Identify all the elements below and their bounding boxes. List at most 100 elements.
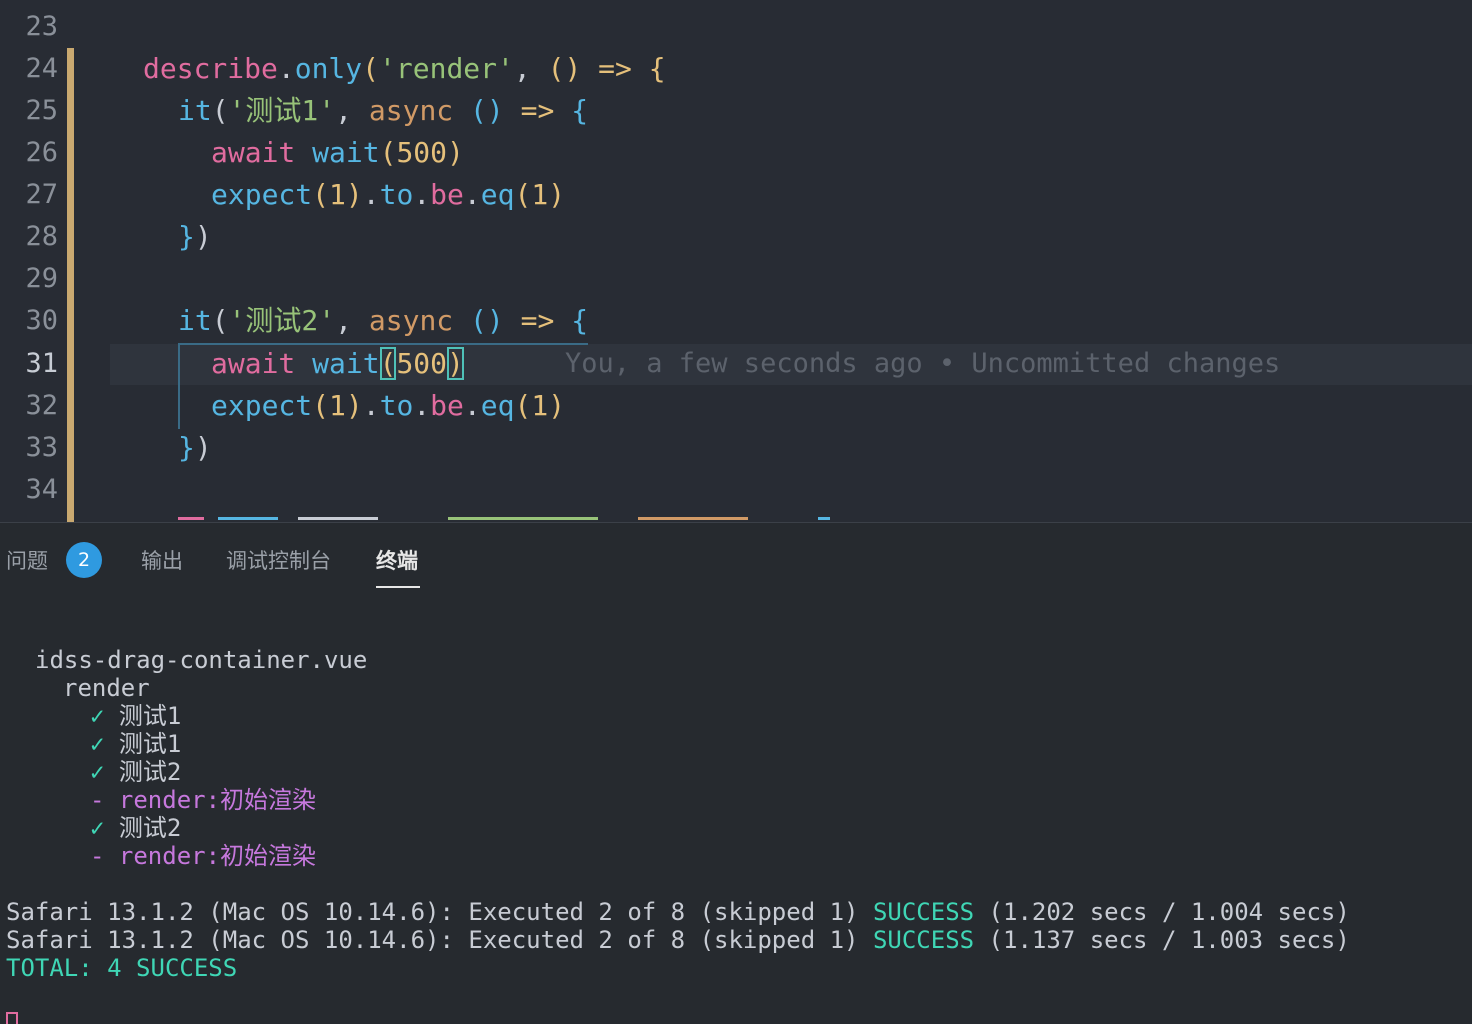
test-result-row: ✓ 测试1: [90, 702, 181, 730]
code-token: (: [211, 94, 229, 127]
code-token: async: [368, 304, 454, 337]
code-line-26[interactable]: await wait(500): [211, 132, 464, 174]
code-token: ): [345, 178, 363, 211]
summary-status: SUCCESS: [872, 926, 975, 954]
line-number: 29: [25, 263, 58, 294]
code-token: 1: [531, 178, 549, 211]
code-token: '测试1': [228, 94, 336, 127]
code-token: (: [362, 52, 380, 85]
test-name: 测试1: [118, 730, 182, 758]
code-token: .: [362, 389, 380, 422]
check-icon: ✓: [90, 702, 105, 730]
code-token: expect: [211, 178, 313, 211]
code-token: }: [178, 431, 195, 464]
code-token: (: [379, 136, 397, 169]
code-token: ,: [513, 52, 548, 85]
test-result-row: ✓ 测试2: [90, 758, 181, 786]
code-line-32[interactable]: expect(1).to.be.eq(1): [211, 385, 565, 427]
code-token: (): [453, 304, 504, 337]
code-token: (): [547, 52, 582, 85]
code-editor[interactable]: 23 24 25 26 27 28 29 30 31 32 33 34 desc…: [0, 0, 1472, 522]
code-token: to: [379, 389, 414, 422]
code-line-33[interactable]: }): [178, 427, 212, 469]
line-number: 25: [25, 95, 58, 126]
code-token: (: [211, 304, 229, 337]
active-tab-indicator: [376, 586, 420, 588]
code-line-31[interactable]: await wait(500): [211, 343, 464, 385]
code-token: expect: [211, 389, 313, 422]
code-token: await: [211, 347, 296, 380]
code-line-25[interactable]: it('测试1', async () => {: [178, 90, 588, 132]
code-token: {: [571, 94, 589, 127]
summary-prefix: Safari 13.1.2 (Mac OS 10.14.6): Executed…: [6, 898, 873, 926]
code-line-cut-off: [178, 511, 838, 522]
line-number: 27: [25, 179, 58, 210]
code-token: wait: [312, 347, 380, 380]
code-token: (): [453, 94, 504, 127]
code-token: describe: [143, 52, 278, 85]
summary-suffix: (1.137 secs / 1.003 secs): [974, 926, 1350, 954]
code-token: 500: [396, 136, 448, 169]
code-token: ): [548, 389, 566, 422]
check-icon: ✓: [90, 814, 105, 842]
code-token: {: [571, 304, 589, 337]
summary-suffix: (1.202 secs / 1.004 secs): [974, 898, 1350, 926]
code-token: .: [463, 178, 481, 211]
test-name: 测试2: [118, 758, 182, 786]
code-token: (: [514, 389, 532, 422]
git-blame-annotation: You, a few seconds ago • Uncommitted cha…: [565, 348, 1281, 379]
code-line-24[interactable]: describe.only('render', () => {: [143, 48, 666, 90]
code-token: 500: [396, 347, 448, 380]
code-token: be: [430, 389, 464, 422]
code-token: .: [277, 52, 295, 85]
test-result-row: ✓ 测试1: [90, 730, 181, 758]
code-token: to: [379, 178, 414, 211]
code-token: .: [463, 389, 481, 422]
panel-tabs: 问题 2 输出 调试控制台 终端: [0, 523, 1472, 595]
code-token: ,: [335, 94, 369, 127]
code-token: (: [312, 178, 330, 211]
test-name: render:初始渲染: [118, 786, 317, 814]
code-token: =>: [581, 52, 649, 85]
code-token: 'render': [379, 52, 514, 85]
matched-bracket: (: [379, 347, 397, 380]
code-token: '测试2': [228, 304, 336, 337]
code-token: }: [178, 220, 195, 253]
line-number: 28: [25, 221, 58, 252]
code-token: only: [294, 52, 363, 85]
code-token: it: [178, 304, 212, 337]
line-number: 30: [25, 305, 58, 336]
test-file-name: idss-drag-container.vue: [35, 646, 368, 674]
bottom-panel: 问题 2 输出 调试控制台 终端 idss-drag-container.vue…: [0, 522, 1472, 1024]
skip-mark: -: [90, 842, 105, 870]
code-token: {: [648, 52, 666, 85]
code-token: ,: [335, 304, 369, 337]
code-token: .: [362, 178, 380, 211]
code-line-28[interactable]: }): [178, 216, 212, 258]
test-result-row: ✓ 测试2: [90, 814, 181, 842]
code-token: ): [548, 178, 566, 211]
tab-terminal[interactable]: 终端: [376, 545, 418, 575]
matched-bracket: ): [447, 347, 464, 380]
test-result-row-skipped: - render:初始渲染: [90, 842, 316, 870]
code-token: be: [430, 178, 464, 211]
tab-problems[interactable]: 问题: [6, 545, 48, 575]
code-line-27[interactable]: expect(1).to.be.eq(1): [211, 174, 565, 216]
tab-output[interactable]: 输出: [141, 545, 183, 575]
check-icon: ✓: [90, 758, 105, 786]
code-token: ): [194, 220, 212, 253]
summary-status: SUCCESS: [872, 898, 975, 926]
tab-debug-console[interactable]: 调试控制台: [226, 545, 331, 575]
line-number: 31: [25, 348, 58, 379]
line-number: 34: [25, 474, 58, 505]
code-token: wait: [312, 136, 380, 169]
code-token: (: [514, 178, 532, 211]
summary-line: Safari 13.1.2 (Mac OS 10.14.6): Executed…: [6, 926, 1350, 954]
summary-prefix: Safari 13.1.2 (Mac OS 10.14.6): Executed…: [6, 926, 873, 954]
skip-mark: -: [90, 786, 105, 814]
check-icon: ✓: [90, 730, 105, 758]
code-token: =>: [503, 304, 572, 337]
code-token: =>: [503, 94, 572, 127]
code-token: 1: [329, 178, 346, 211]
code-line-30[interactable]: it('测试2', async () => {: [178, 300, 588, 342]
